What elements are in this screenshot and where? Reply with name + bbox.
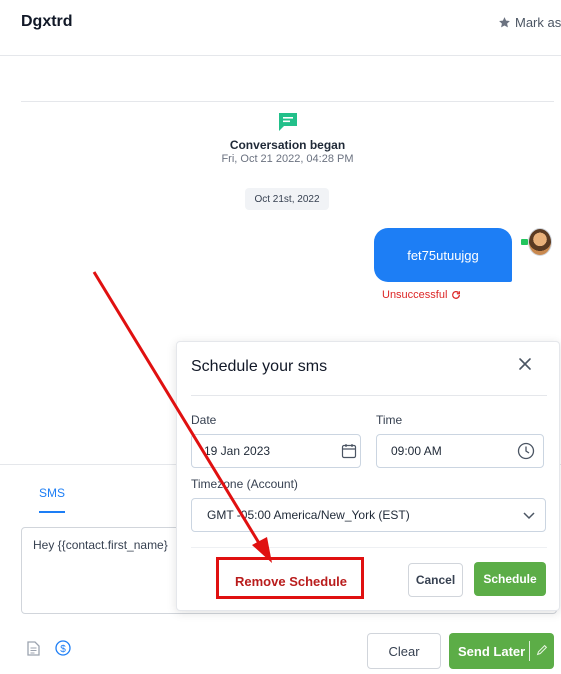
app-root: Dgxtrd Mark as Conversation began Fri, O… — [0, 0, 561, 674]
conversation-began-time: Fri, Oct 21 2022, 04:28 PM — [221, 153, 354, 165]
close-icon[interactable] — [516, 355, 534, 378]
conversation-began-label: Conversation began — [229, 138, 346, 152]
message-status[interactable]: Unsuccessful — [382, 289, 461, 301]
send-later-label: Send Later — [458, 643, 526, 659]
date-value: 19 Jan 2023 — [204, 444, 271, 458]
send-later-button[interactable]: Send Later — [449, 633, 554, 669]
timezone-label: Timezone (Account) — [191, 477, 298, 491]
modal-divider — [191, 395, 547, 396]
tab-sms-underline — [39, 511, 65, 513]
header-divider — [0, 55, 561, 56]
time-value: 09:00 AM — [391, 444, 442, 458]
pencil-icon[interactable] — [535, 643, 549, 657]
timezone-value: GMT -05:00 America/New_York (EST) — [207, 508, 410, 522]
dollar-icon[interactable]: $ — [55, 640, 71, 661]
schedule-button[interactable]: Schedule — [474, 562, 546, 596]
cancel-button[interactable]: Cancel — [408, 563, 463, 597]
time-label: Time — [376, 413, 403, 427]
chevron-down-icon — [523, 512, 535, 520]
message-bubble[interactable]: fet75utuujgg — [374, 228, 512, 282]
sms-channel-icon — [521, 239, 528, 245]
send-later-divider — [529, 641, 530, 661]
thread-divider — [21, 101, 554, 102]
contact-name-title: Dgxtrd — [21, 13, 73, 30]
svg-text:$: $ — [60, 644, 66, 655]
modal-footer-divider — [191, 547, 547, 548]
avatar — [528, 228, 552, 256]
clear-button[interactable]: Clear — [367, 633, 441, 669]
conversation-began-block: Conversation began Fri, Oct 21 2022, 04:… — [0, 112, 561, 165]
retry-icon[interactable] — [451, 290, 461, 300]
document-icon[interactable] — [27, 641, 40, 661]
modal-title: Schedule your sms — [191, 358, 328, 375]
message-status-label: Unsuccessful — [382, 289, 448, 301]
date-separator: Oct 21st, 2022 — [245, 188, 329, 210]
mark-as-label: Mark as — [515, 15, 561, 30]
date-field[interactable]: 19 Jan 2023 — [191, 434, 361, 468]
annotation-highlight-box — [216, 557, 364, 599]
star-icon — [499, 17, 510, 28]
time-field[interactable]: 09:00 AM — [376, 434, 544, 468]
clock-icon[interactable] — [517, 442, 535, 460]
calendar-icon[interactable] — [341, 443, 357, 459]
date-label: Date — [191, 413, 217, 427]
mark-as-button[interactable]: Mark as — [498, 15, 561, 30]
tab-sms[interactable]: SMS — [39, 486, 65, 500]
timezone-select[interactable]: GMT -05:00 America/New_York (EST) — [191, 498, 546, 532]
chat-bubble-icon — [277, 112, 299, 137]
